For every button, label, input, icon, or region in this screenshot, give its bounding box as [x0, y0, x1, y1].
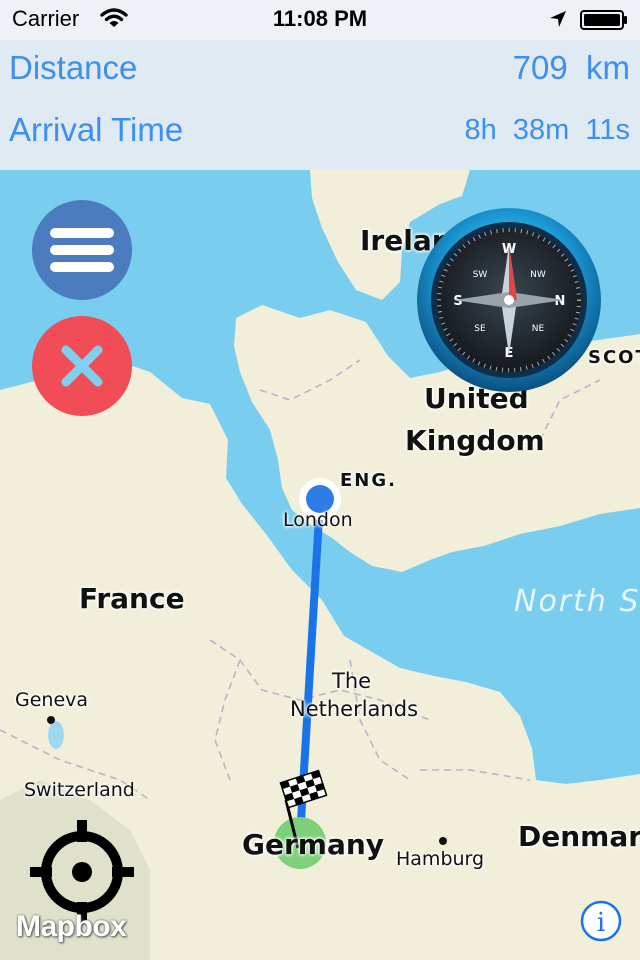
distance-label: Distance: [9, 49, 138, 86]
mapbox-logo[interactable]: Mapbox: [16, 910, 127, 944]
label-denmark: Denmark: [518, 820, 640, 853]
label-london: London: [283, 509, 353, 531]
hamburger-menu-icon: [50, 228, 114, 238]
svg-text:S: S: [453, 294, 462, 309]
label-the: The: [332, 669, 372, 693]
label-kingdom: Kingdom: [405, 424, 545, 457]
compass-icon[interactable]: W E S N SW NW SE NE: [414, 205, 604, 395]
crosshair-locate-icon[interactable]: [30, 820, 134, 924]
status-bar: Carrier 11:08 PM: [0, 0, 640, 40]
info-icon[interactable]: i: [580, 900, 622, 942]
clock: 11:08 PM: [272, 6, 368, 31]
arrival-time-label: Arrival Time: [9, 111, 184, 148]
label-germany: Germany: [242, 828, 385, 861]
svg-text:SE: SE: [474, 324, 486, 334]
svg-text:SW: SW: [473, 270, 488, 280]
label-north-sea: North S: [514, 584, 640, 619]
close-x-icon: [61, 345, 103, 387]
battery-icon: [580, 10, 627, 30]
svg-text:NE: NE: [532, 324, 545, 334]
cancel-route-button[interactable]: [32, 316, 132, 416]
svg-text:NW: NW: [530, 270, 546, 280]
label-switzerland: Switzerland: [24, 779, 135, 801]
label-england: ENG.: [340, 470, 397, 491]
lake-geneva: [48, 721, 64, 749]
arrival-time-value: 8h 38m 11s: [464, 114, 630, 146]
distance-value: 709 km: [512, 49, 630, 86]
svg-text:i: i: [597, 908, 605, 938]
label-geneva: Geneva: [15, 689, 89, 711]
label-france: France: [79, 582, 185, 615]
svg-text:N: N: [555, 294, 566, 309]
menu-button[interactable]: [32, 200, 132, 300]
location-services-icon: [550, 11, 566, 27]
geneva-dot: [47, 716, 55, 724]
label-netherlands: Netherlands: [290, 697, 419, 721]
hamburg-dot: [439, 837, 447, 845]
trip-info-panel: Distance 709 km Arrival Time 8h 38m 11s: [0, 40, 640, 170]
label-hamburg: Hamburg: [396, 848, 485, 870]
